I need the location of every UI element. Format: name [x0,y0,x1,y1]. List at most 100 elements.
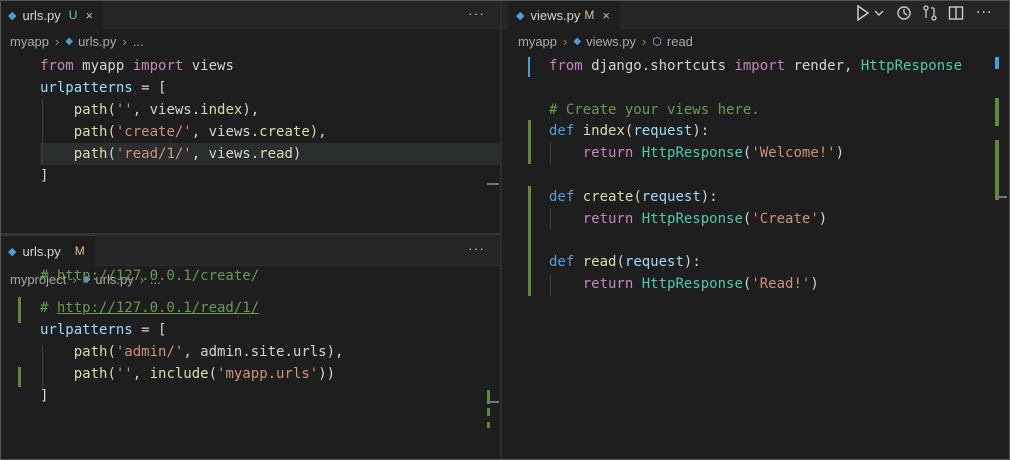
code-token: , views. [191,124,260,140]
tab-urls-myproject[interactable]: ◆ urls.py M [0,235,95,266]
code-token: , views. [191,146,260,162]
code-token: urlpatterns [40,322,133,338]
code-token: ): [692,123,710,140]
breadcrumb-folder[interactable]: myapp [518,34,557,49]
breadcrumb-folder[interactable]: myapp [10,34,49,49]
code-line: path('read/1/', views.read) [40,143,302,165]
scrollbar-marker [487,183,499,185]
modified-badge: M [584,8,595,22]
code-token: ( [107,146,116,162]
code-token: ( [107,124,116,140]
code-token: read [259,146,293,162]
tab-filename: views.py [530,7,581,23]
tab-bar: ◆ views.py M × ··· [502,0,1010,29]
chevron-right-icon: › [122,33,127,49]
code-token: def [549,188,575,205]
close-icon[interactable]: × [85,8,93,23]
code-line: return HttpResponse('Welcome!') [549,142,844,164]
code-token: # http://127.0.0.1/create/ [40,268,260,284]
code-token: ( [633,188,642,205]
compare-icon[interactable] [922,5,938,25]
code-token: path [73,102,108,118]
code-token: ] [40,168,49,184]
code-token: read [582,254,617,271]
code-token: # [40,300,57,316]
code-line: # Create your views here. [549,99,760,121]
code-token: http://127.0.0.1/read/1/ [56,300,260,316]
split-editor-icon[interactable] [948,5,964,25]
code-line: ] [40,385,48,407]
code-token: ): [683,254,701,271]
code-token: request [624,254,684,271]
breadcrumb-file[interactable]: urls.py [78,34,116,49]
code-token: 'Read!' [751,276,811,292]
code-token: myapp [73,58,133,74]
more-actions-icon[interactable]: ··· [976,5,992,21]
code-line: def index(request): [549,120,709,142]
code-line: path('create/', views.create), [40,121,327,143]
code-token: path [73,344,108,360]
close-icon[interactable]: × [602,8,610,23]
untracked-badge: U [68,8,78,22]
python-file-icon: ◆ [516,9,525,22]
code-token: 'myapp.urls' [217,366,319,382]
code-token: 'admin/' [115,344,184,360]
code-line: path('admin/', admin.site.urls), [40,341,344,363]
code-token: ( [616,254,625,271]
editor-views: ◆ views.py M × ··· myapp › ◆ views.py › … [502,0,1010,460]
run-icon[interactable] [856,4,870,25]
code-token: HttpResponse [641,145,743,162]
code-token: , [132,366,150,382]
code-area[interactable]: from django.shortcuts import render, Htt… [502,55,1010,460]
run-dropdown-icon[interactable] [874,9,884,20]
code-token: django.shortcuts [582,58,735,74]
code-token: )) [318,366,336,382]
editor-urls-myapp: ◆ urls.py U × ··· myapp › ◆ urls.py › ..… [0,0,500,233]
code-token: = [ [132,322,167,338]
code-token: ): [700,188,718,205]
tab-filename: urls.py [22,243,61,259]
modified-badge: M [74,244,85,258]
more-actions-icon[interactable]: ··· [468,5,485,21]
code-token: '' [115,102,133,118]
code-area[interactable]: from myapp import views urlpatterns = [ p… [0,55,500,233]
more-actions-icon[interactable]: ··· [468,240,485,256]
breadcrumb-symbol[interactable]: read [667,34,693,49]
code-token: return [582,210,634,227]
code-line: return HttpResponse('Create') [549,208,827,230]
code-token: ( [107,366,116,382]
code-token: = [ [132,80,167,96]
code-token: return [582,276,634,292]
breadcrumb-ellipsis[interactable]: ... [133,34,144,49]
code-token: def [549,254,575,271]
tab-urls-myapp[interactable]: ◆ urls.py U × [0,0,104,29]
code-line: path('', include('myapp.urls')) [40,363,335,385]
code-line: ] [40,165,48,187]
breadcrumb-file[interactable]: views.py [586,34,636,49]
code-token: 'create/' [115,124,192,140]
code-token: render, [785,58,861,74]
timeline-icon[interactable] [896,5,912,25]
chevron-right-icon: › [641,33,647,49]
code-token: ) [818,210,828,227]
code-token: path [73,366,108,382]
tab-bar: ◆ urls.py M ··· [0,235,500,266]
code-token: index [582,123,625,140]
code-line: def read(request): [549,251,701,273]
code-token: ] [40,388,49,404]
code-area[interactable]: # http://127.0.0.1/create/ # http://127.0… [0,268,500,460]
tab-views[interactable]: ◆ views.py M × [508,0,620,29]
code-line: # http://127.0.0.1/read/1/ [40,297,259,319]
method-cube-icon: ⬡ [652,35,662,48]
code-token: HttpResponse [860,58,963,74]
scrollbar-marker [995,57,999,69]
code-token: 'Welcome!' [751,145,836,162]
code-token: ), [309,124,327,140]
